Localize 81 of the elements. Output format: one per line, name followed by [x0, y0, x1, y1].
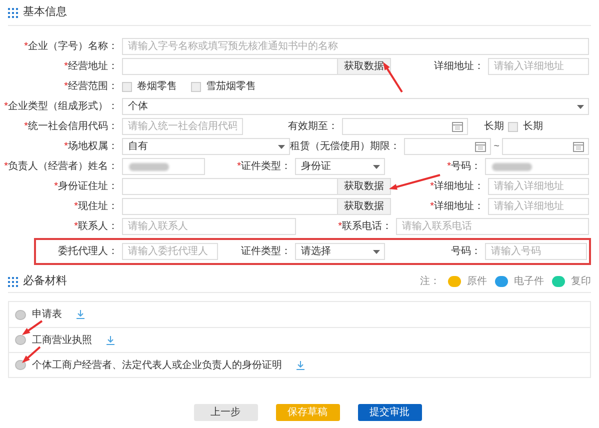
field-label: *现住址： — [74, 200, 118, 214]
field-label: *企业（字号）名称： — [24, 40, 118, 54]
calendar-icon[interactable] — [573, 142, 584, 152]
select-field[interactable]: 请选择 — [295, 243, 385, 260]
input-field[interactable]: 获取数据 — [122, 58, 391, 75]
input-field[interactable]: 请输入委托代理人 — [122, 243, 218, 260]
section-title: 基本信息 — [23, 5, 67, 20]
calendar-icon[interactable] — [452, 122, 463, 132]
date-field[interactable] — [404, 138, 491, 155]
caret-icon — [577, 104, 584, 108]
checkbox-label: 长期 — [523, 120, 543, 134]
input-field[interactable]: 请输入联系人 — [122, 218, 296, 235]
range-separator: ~ — [492, 140, 500, 154]
grid-icon — [8, 8, 18, 18]
input-field[interactable]: 请输入详细地址 — [488, 58, 589, 75]
field-label: 证件类型： — [241, 244, 291, 259]
input-field[interactable]: 请输入号码 — [485, 243, 587, 260]
legend-label: 原件 — [467, 275, 487, 289]
checkbox[interactable] — [191, 82, 201, 92]
input-field[interactable]: 获取数据 — [122, 178, 391, 195]
legend-label: 复印 — [571, 274, 591, 289]
input-field[interactable]: 请输入联系电话 — [396, 218, 589, 235]
input-field[interactable]: 获取数据 — [122, 198, 391, 215]
field-label: *负责人（经营者）姓名： — [4, 160, 118, 174]
checkbox[interactable] — [122, 82, 132, 92]
input-field[interactable]: 请输入详细地址 — [488, 178, 589, 195]
action-button[interactable]: 上一步 — [194, 404, 258, 421]
input-field[interactable] — [122, 158, 205, 175]
checkbox-label: 卷烟零售 — [137, 80, 177, 94]
field-label: 号码： — [451, 245, 481, 259]
download-icon[interactable] — [296, 360, 305, 370]
select-field[interactable]: 身份证 — [295, 158, 385, 175]
action-button[interactable]: 提交审批 — [358, 404, 422, 421]
grid-icon — [8, 276, 18, 286]
material-name: 申请表 — [32, 308, 62, 322]
field-label: *联系电话： — [338, 220, 392, 234]
select-field[interactable]: 自有 — [122, 138, 290, 155]
material-name: 工商营业执照 — [32, 334, 92, 348]
field-label: *详细地址： — [430, 200, 484, 214]
field-label: *证件类型： — [237, 160, 291, 174]
select-value: 请选择 — [301, 244, 331, 259]
calendar-icon[interactable] — [474, 142, 486, 152]
date-field[interactable] — [502, 138, 589, 155]
download-icon[interactable] — [106, 336, 115, 344]
field-label: *统一社会信用代码： — [24, 120, 118, 134]
select-value: 个体 — [128, 100, 148, 114]
field-label: 租赁（无偿使用）期限： — [290, 140, 400, 154]
field-label: 详细地址： — [434, 60, 484, 74]
input-field[interactable]: 请输入字号名称或填写预先核准通知书中的名称 — [122, 38, 589, 55]
field-label: *联系人： — [74, 220, 118, 234]
input-field[interactable]: 请输入详细地址 — [488, 198, 589, 215]
legend-label: 电子件 — [514, 274, 544, 289]
blurred-value — [492, 162, 532, 170]
date-field[interactable] — [342, 118, 468, 135]
download-icon[interactable] — [76, 310, 85, 319]
fetch-data-button[interactable]: 获取数据 — [337, 179, 390, 194]
caret-icon — [373, 250, 380, 254]
checkbox[interactable] — [508, 122, 518, 132]
fetch-data-button[interactable]: 获取数据 — [337, 199, 390, 214]
field-label: *身份证住址： — [54, 180, 118, 194]
field-label: 长期 — [484, 120, 504, 134]
caret-icon — [278, 144, 285, 148]
checkbox-label: 雪茄烟零售 — [206, 80, 256, 94]
fetch-data-button[interactable]: 获取数据 — [337, 59, 390, 74]
select-field[interactable]: 个体 — [122, 98, 589, 115]
field-label: 委托代理人： — [58, 244, 118, 259]
section-title: 必备材料 — [23, 274, 67, 290]
material-name: 个体工商户经营者、法定代表人或企业负责人的身份证明 — [32, 358, 282, 372]
input-field[interactable] — [485, 158, 589, 175]
caret-icon — [373, 164, 380, 168]
blurred-value — [129, 162, 169, 170]
field-label: 有效期至： — [288, 120, 338, 134]
field-label: *经营地址： — [64, 60, 118, 74]
legend-note: 注： — [420, 274, 440, 289]
field-label: *详细地址： — [430, 180, 484, 194]
select-value: 自有 — [128, 140, 148, 154]
field-label: *号码： — [447, 160, 481, 174]
select-value: 身份证 — [301, 160, 331, 174]
field-label: *企业类型（组成形式）： — [4, 100, 118, 114]
field-label: *场地权属： — [64, 140, 118, 154]
field-label: *经营范围： — [64, 80, 118, 94]
